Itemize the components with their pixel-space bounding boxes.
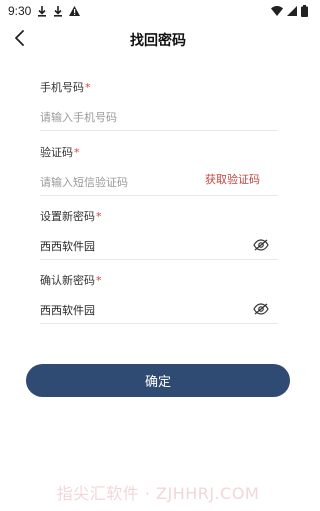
status-bar: 9:30 (0, 0, 316, 22)
required-mark: * (85, 81, 91, 94)
status-bar-right (271, 5, 308, 17)
phone-field-row (40, 104, 278, 131)
new-password-input[interactable] (40, 236, 190, 256)
required-mark: * (96, 210, 102, 223)
watermark: 指尖汇软件 · ZJHHRJ.COM (56, 484, 260, 503)
new-password-field-row (40, 233, 278, 260)
app-bar: 找回密码 (0, 24, 316, 56)
phone-label-text: 手机号码 (40, 81, 84, 94)
code-label: 验证码* (40, 145, 278, 161)
eye-slash-icon[interactable] (252, 301, 270, 317)
confirm-password-input[interactable] (40, 300, 190, 320)
download-icon (37, 5, 47, 17)
phone-field-group: 手机号码* (40, 80, 278, 131)
confirm-password-label-text: 确认新密码 (40, 274, 95, 287)
confirm-password-field-row (40, 297, 278, 324)
new-password-label: 设置新密码* (40, 209, 278, 225)
get-code-button[interactable]: 获取验证码 (205, 171, 260, 187)
warning-icon (69, 6, 81, 16)
code-field-row: 获取验证码 (40, 169, 278, 196)
phone-label: 手机号码* (40, 80, 278, 96)
new-password-label-text: 设置新密码 (40, 210, 95, 223)
download-icon (53, 5, 63, 17)
code-field-group: 验证码* 获取验证码 (40, 145, 278, 196)
confirm-password-label: 确认新密码* (40, 273, 278, 289)
battery-icon (301, 5, 308, 17)
phone-input[interactable] (40, 107, 190, 127)
code-input[interactable] (40, 172, 190, 192)
wifi-icon (271, 6, 283, 16)
signal-icon (287, 6, 297, 16)
page-title: 找回密码 (130, 33, 186, 49)
confirm-button[interactable]: 确定 (26, 364, 290, 397)
code-label-text: 验证码 (40, 146, 73, 159)
required-mark: * (96, 274, 102, 287)
status-time: 9:30 (8, 4, 32, 18)
required-mark: * (74, 146, 80, 159)
new-password-field-group: 设置新密码* (40, 209, 278, 260)
status-bar-left: 9:30 (8, 4, 81, 18)
eye-slash-icon[interactable] (252, 237, 270, 253)
confirm-password-field-group: 确认新密码* (40, 273, 278, 324)
